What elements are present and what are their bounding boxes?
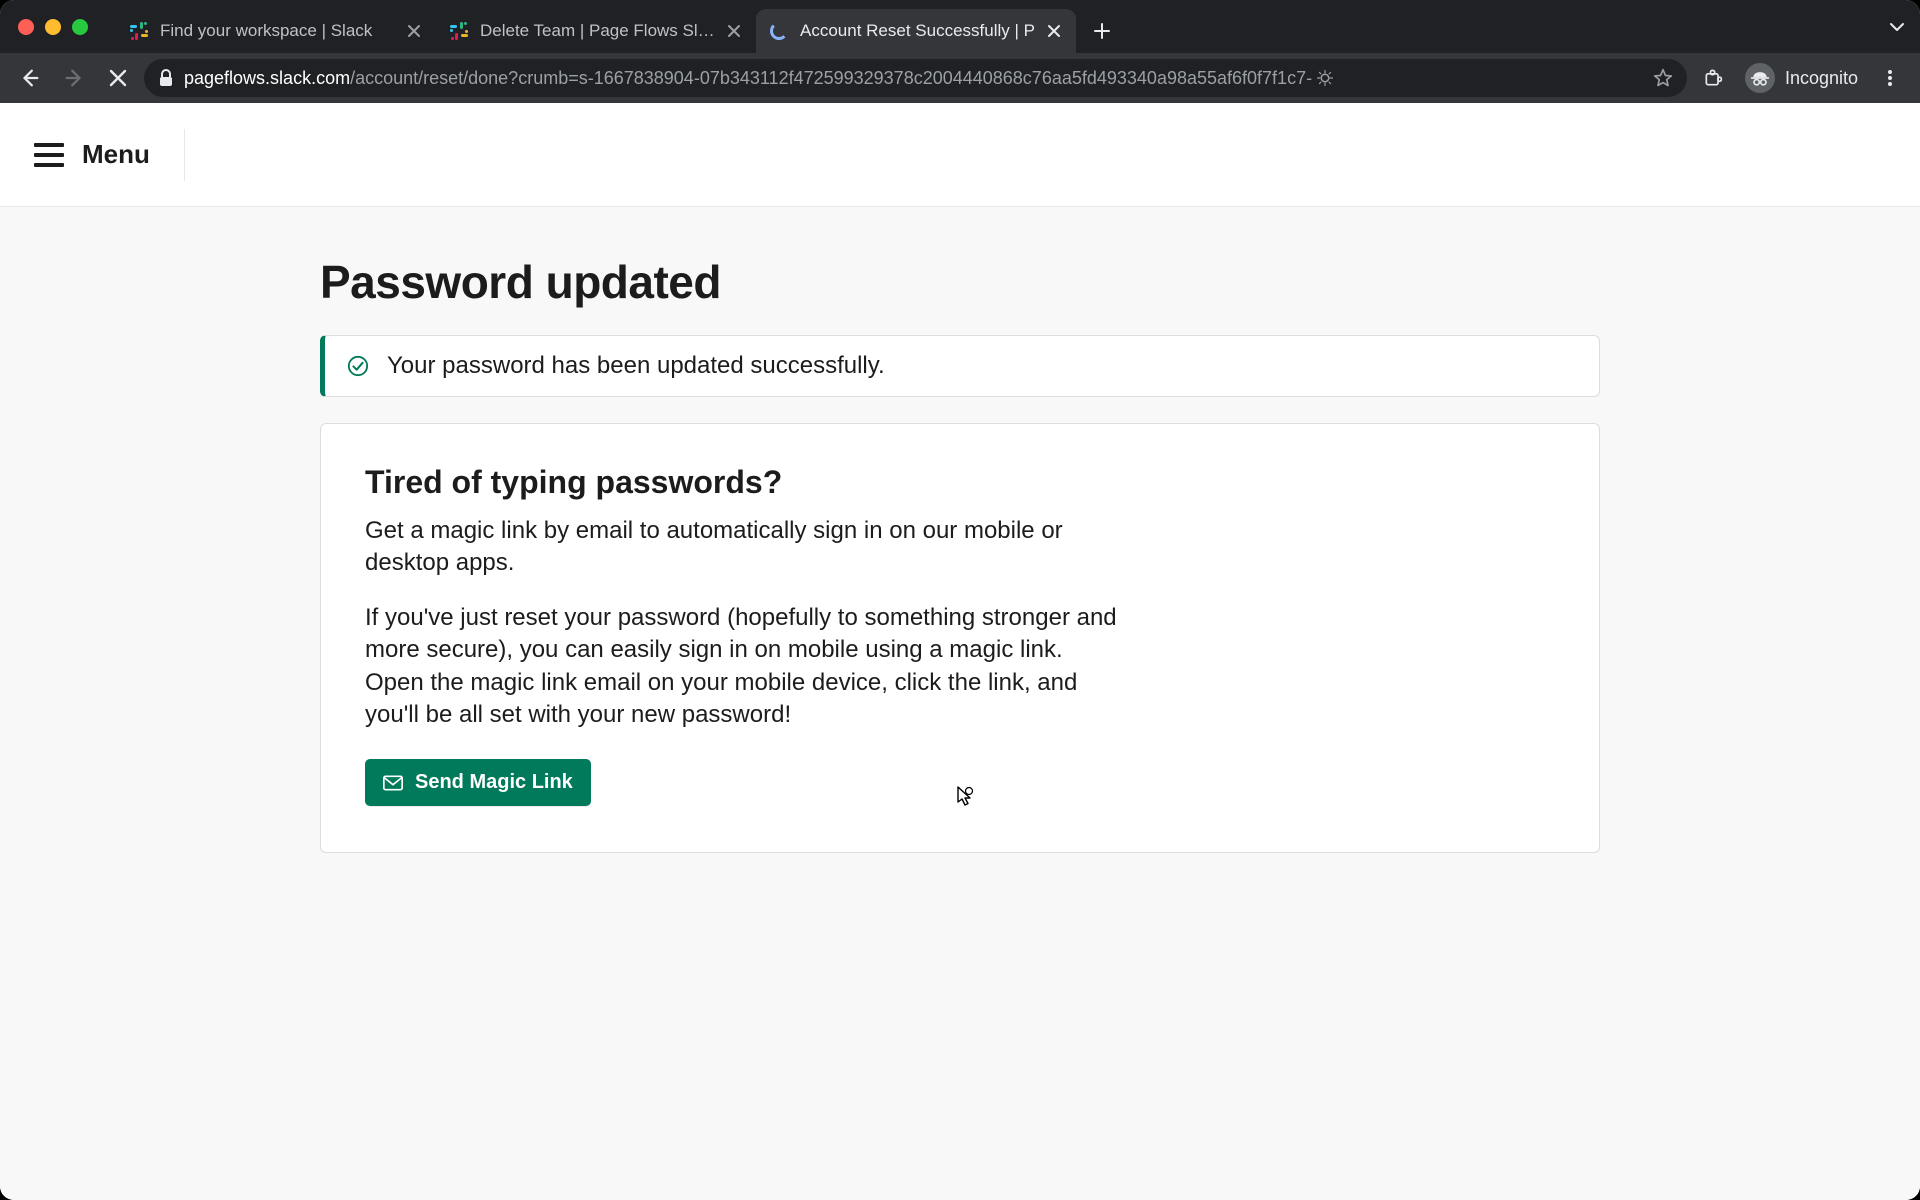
url-path: /account/reset/done?crumb=s-1667838904-0… — [350, 68, 1312, 89]
chrome-menu-button[interactable] — [1872, 60, 1908, 96]
tab-title: Delete Team | Page Flows Slack — [480, 21, 716, 41]
magic-link-card: Tired of typing passwords? Get a magic l… — [320, 423, 1600, 853]
url-extras-icon — [1316, 69, 1334, 87]
incognito-indicator[interactable]: Incognito — [1739, 63, 1864, 93]
tab-title: Account Reset Successfully | P — [800, 21, 1036, 41]
menu-button[interactable]: Menu — [34, 139, 150, 170]
hamburger-icon — [34, 143, 64, 167]
tab-close-icon[interactable] — [1044, 21, 1064, 41]
browser-tab-strip: Find your workspace | Slack Delete Team … — [0, 0, 1920, 53]
window-controls — [12, 0, 98, 53]
tab-title: Find your workspace | Slack — [160, 21, 396, 41]
slack-favicon — [448, 20, 470, 42]
stop-loading-button[interactable] — [100, 60, 136, 96]
page-title: Password updated — [320, 255, 1600, 309]
chevron-down-icon[interactable] — [1888, 18, 1906, 36]
extensions-button[interactable] — [1695, 60, 1731, 96]
window-close-button[interactable] — [18, 19, 34, 35]
top-menu-bar: Menu — [0, 103, 1920, 207]
url-host: pageflows.slack.com — [184, 68, 350, 89]
tab-close-icon[interactable] — [724, 21, 744, 41]
address-bar[interactable]: pageflows.slack.com/account/reset/done?c… — [144, 59, 1687, 97]
button-label: Send Magic Link — [415, 771, 573, 794]
browser-tab-2[interactable]: Delete Team | Page Flows Slack — [436, 9, 756, 53]
forward-button[interactable] — [56, 60, 92, 96]
browser-tab-1[interactable]: Find your workspace | Slack — [116, 9, 436, 53]
slack-favicon — [128, 20, 150, 42]
check-circle-icon — [347, 355, 369, 377]
menu-label: Menu — [82, 139, 150, 170]
card-paragraph-2: If you've just reset your password (hope… — [365, 602, 1125, 732]
success-alert: Your password has been updated successfu… — [320, 335, 1600, 397]
card-paragraph-1: Get a magic link by email to automatical… — [365, 515, 1125, 580]
card-title: Tired of typing passwords? — [365, 464, 1555, 501]
mail-icon — [383, 775, 403, 791]
lock-icon — [158, 69, 174, 87]
incognito-icon — [1745, 63, 1775, 93]
browser-tab-3[interactable]: Account Reset Successfully | P — [756, 9, 1076, 53]
bookmark-star-icon[interactable] — [1643, 68, 1673, 88]
incognito-label: Incognito — [1785, 68, 1858, 89]
window-minimize-button[interactable] — [45, 19, 61, 35]
send-magic-link-button[interactable]: Send Magic Link — [365, 759, 591, 806]
window-zoom-button[interactable] — [72, 19, 88, 35]
divider — [184, 129, 185, 181]
tab-close-icon[interactable] — [404, 21, 424, 41]
alert-text: Your password has been updated successfu… — [387, 352, 885, 380]
loading-spinner-icon — [768, 20, 790, 42]
new-tab-button[interactable] — [1084, 13, 1120, 49]
back-button[interactable] — [12, 60, 48, 96]
browser-toolbar: pageflows.slack.com/account/reset/done?c… — [0, 53, 1920, 103]
